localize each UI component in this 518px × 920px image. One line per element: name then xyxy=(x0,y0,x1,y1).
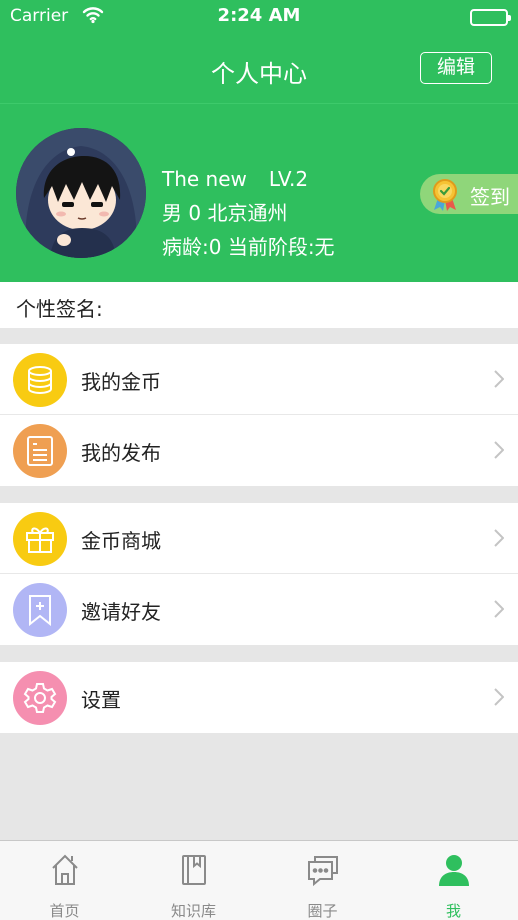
menu-item-coins[interactable]: 我的金币 xyxy=(0,344,518,415)
menu-label-shop: 金币商城 xyxy=(81,529,161,553)
battery-icon xyxy=(470,9,511,26)
menu-item-posts[interactable]: 我的发布 xyxy=(0,415,518,486)
menu-group-social: 金币商城 邀请好友 xyxy=(0,503,518,645)
bookmark-add-icon xyxy=(13,583,67,637)
username: The new xyxy=(162,167,247,191)
book-icon xyxy=(129,853,258,887)
tab-label-knowledge: 知识库 xyxy=(170,902,216,920)
tab-knowledge[interactable]: 知识库 xyxy=(129,841,258,920)
menu-item-invite[interactable]: 邀请好友 xyxy=(0,574,518,645)
chevron-right-icon xyxy=(494,370,505,392)
coins-icon xyxy=(13,353,67,407)
home-icon xyxy=(0,853,129,887)
tab-label-me: 我 xyxy=(445,902,461,920)
avatar[interactable] xyxy=(16,128,146,258)
user-details: 男 0 北京通州 xyxy=(162,201,288,225)
chevron-right-icon xyxy=(494,688,505,710)
checkin-button[interactable]: 签到 xyxy=(420,174,518,214)
menu-item-shop[interactable]: 金币商城 xyxy=(0,503,518,574)
menu-label-posts: 我的发布 xyxy=(81,441,161,465)
document-icon xyxy=(13,424,67,478)
tab-circle[interactable]: 圈子 xyxy=(258,841,387,920)
clock: 2:24 AM xyxy=(217,5,301,26)
checkin-label: 签到 xyxy=(470,185,510,209)
gear-icon xyxy=(13,671,67,725)
navigation-bar: 个人中心 编辑 xyxy=(0,34,518,104)
gift-icon xyxy=(13,512,67,566)
tab-bar: 首页 知识库 圈子 我 xyxy=(0,840,518,920)
chevron-right-icon xyxy=(494,529,505,551)
tab-home[interactable]: 首页 xyxy=(0,841,129,920)
menu-label-settings: 设置 xyxy=(81,688,121,712)
menu-label-coins: 我的金币 xyxy=(81,370,161,394)
user-condition: 病龄:0 当前阶段:无 xyxy=(162,235,335,259)
menu-group-system: 设置 xyxy=(0,662,518,733)
person-icon xyxy=(389,853,518,887)
menu-label-invite: 邀请好友 xyxy=(81,600,161,624)
user-level: LV.2 xyxy=(268,167,309,191)
edit-button[interactable]: 编辑 xyxy=(420,52,492,84)
profile-header: The new LV.2 男 0 北京通州 病龄:0 当前阶段:无 签到 xyxy=(0,104,518,282)
menu-item-settings[interactable]: 设置 xyxy=(0,662,518,733)
tab-label-home: 首页 xyxy=(49,902,80,920)
tab-label-circle: 圈子 xyxy=(307,902,338,920)
medal-icon xyxy=(430,178,460,216)
chevron-right-icon xyxy=(494,600,505,622)
profile-info: The new LV.2 男 0 北京通州 病龄:0 当前阶段:无 xyxy=(162,162,335,264)
signature-label: 个性签名: xyxy=(16,297,103,321)
chevron-right-icon xyxy=(494,441,505,463)
chat-icon xyxy=(258,853,387,887)
status-bar: Carrier 2:24 AM xyxy=(0,0,518,34)
menu-group-account: 我的金币 我的发布 xyxy=(0,344,518,486)
tab-me[interactable]: 我 xyxy=(389,841,518,920)
signature-row[interactable]: 个性签名: xyxy=(0,282,518,328)
